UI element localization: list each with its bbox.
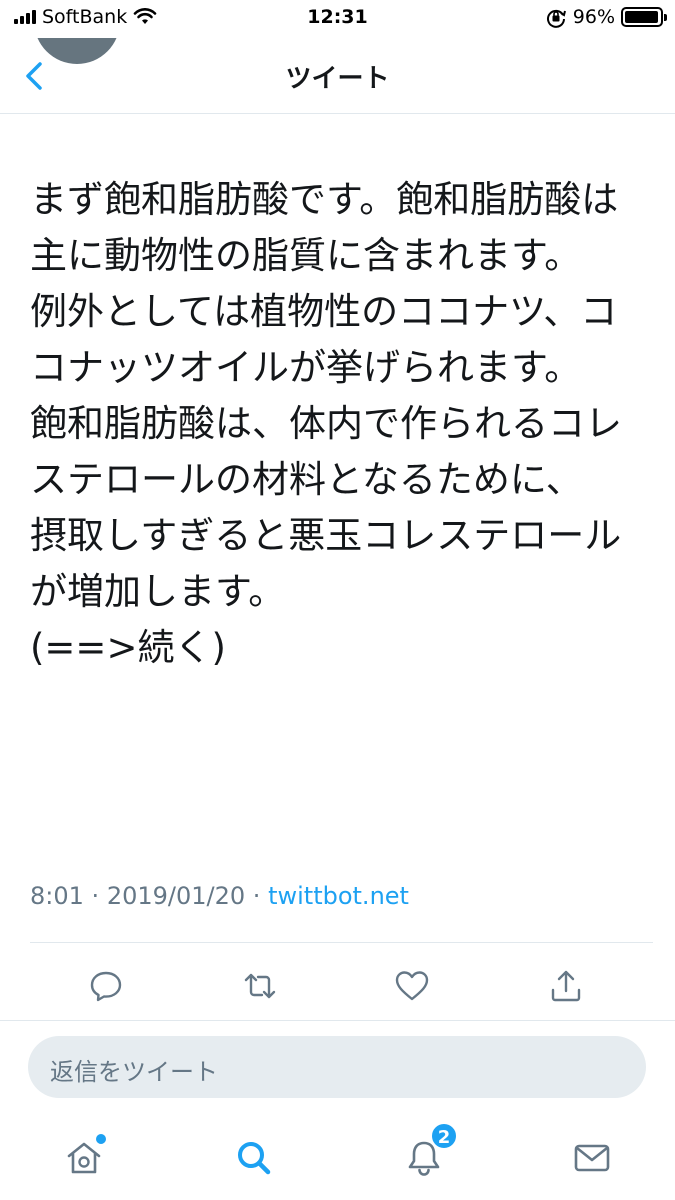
tab-notifications[interactable]: 2: [396, 1122, 458, 1186]
battery-percent: 96%: [572, 6, 615, 28]
retweet-button[interactable]: [236, 962, 284, 1010]
share-icon: [551, 970, 581, 1002]
status-right: 96%: [545, 6, 667, 28]
battery-fill: [625, 11, 658, 23]
reply-button[interactable]: [82, 962, 130, 1010]
tweet-source-link[interactable]: twittbot.net: [268, 882, 409, 910]
heart-icon: [395, 971, 429, 1001]
tweet-text: まず飽和脂肪酸です。飽和脂肪酸は主に動物性の脂質に含まれます。 例外としては植物…: [30, 178, 622, 669]
tweet-meta: 8:01 · 2019/01/20 · twittbot.net: [30, 882, 409, 910]
tweet-time: 8:01: [30, 882, 84, 910]
tweet-actions: [0, 958, 675, 1014]
reply-input[interactable]: 返信をツイート: [28, 1036, 646, 1098]
divider: [0, 1020, 675, 1021]
tweet-date: 2019/01/20: [106, 882, 246, 910]
nav-bar: ツイート: [0, 38, 675, 114]
meta-separator: ·: [252, 882, 261, 910]
status-bar: SoftBank 12:31 96%: [0, 0, 675, 38]
like-button[interactable]: [388, 962, 436, 1010]
battery-icon: [621, 7, 667, 27]
notifications-badge: 2: [430, 1122, 458, 1150]
reply-icon: [90, 971, 122, 1002]
home-icon: [67, 1142, 101, 1174]
tab-search[interactable]: [226, 1130, 282, 1186]
divider: [30, 942, 653, 943]
envelope-icon: [574, 1144, 610, 1172]
orientation-lock-icon: [546, 9, 566, 28]
search-icon: [238, 1142, 271, 1175]
reply-placeholder: 返信をツイート: [50, 1058, 218, 1086]
tab-bar: 2: [0, 1110, 675, 1200]
home-new-dot: [96, 1134, 106, 1144]
tab-messages[interactable]: [564, 1130, 620, 1186]
share-button[interactable]: [542, 962, 590, 1010]
meta-separator: ·: [91, 882, 100, 910]
page-title: ツイート: [285, 64, 390, 94]
tab-home[interactable]: [56, 1130, 112, 1186]
retweet-icon: [244, 973, 276, 999]
